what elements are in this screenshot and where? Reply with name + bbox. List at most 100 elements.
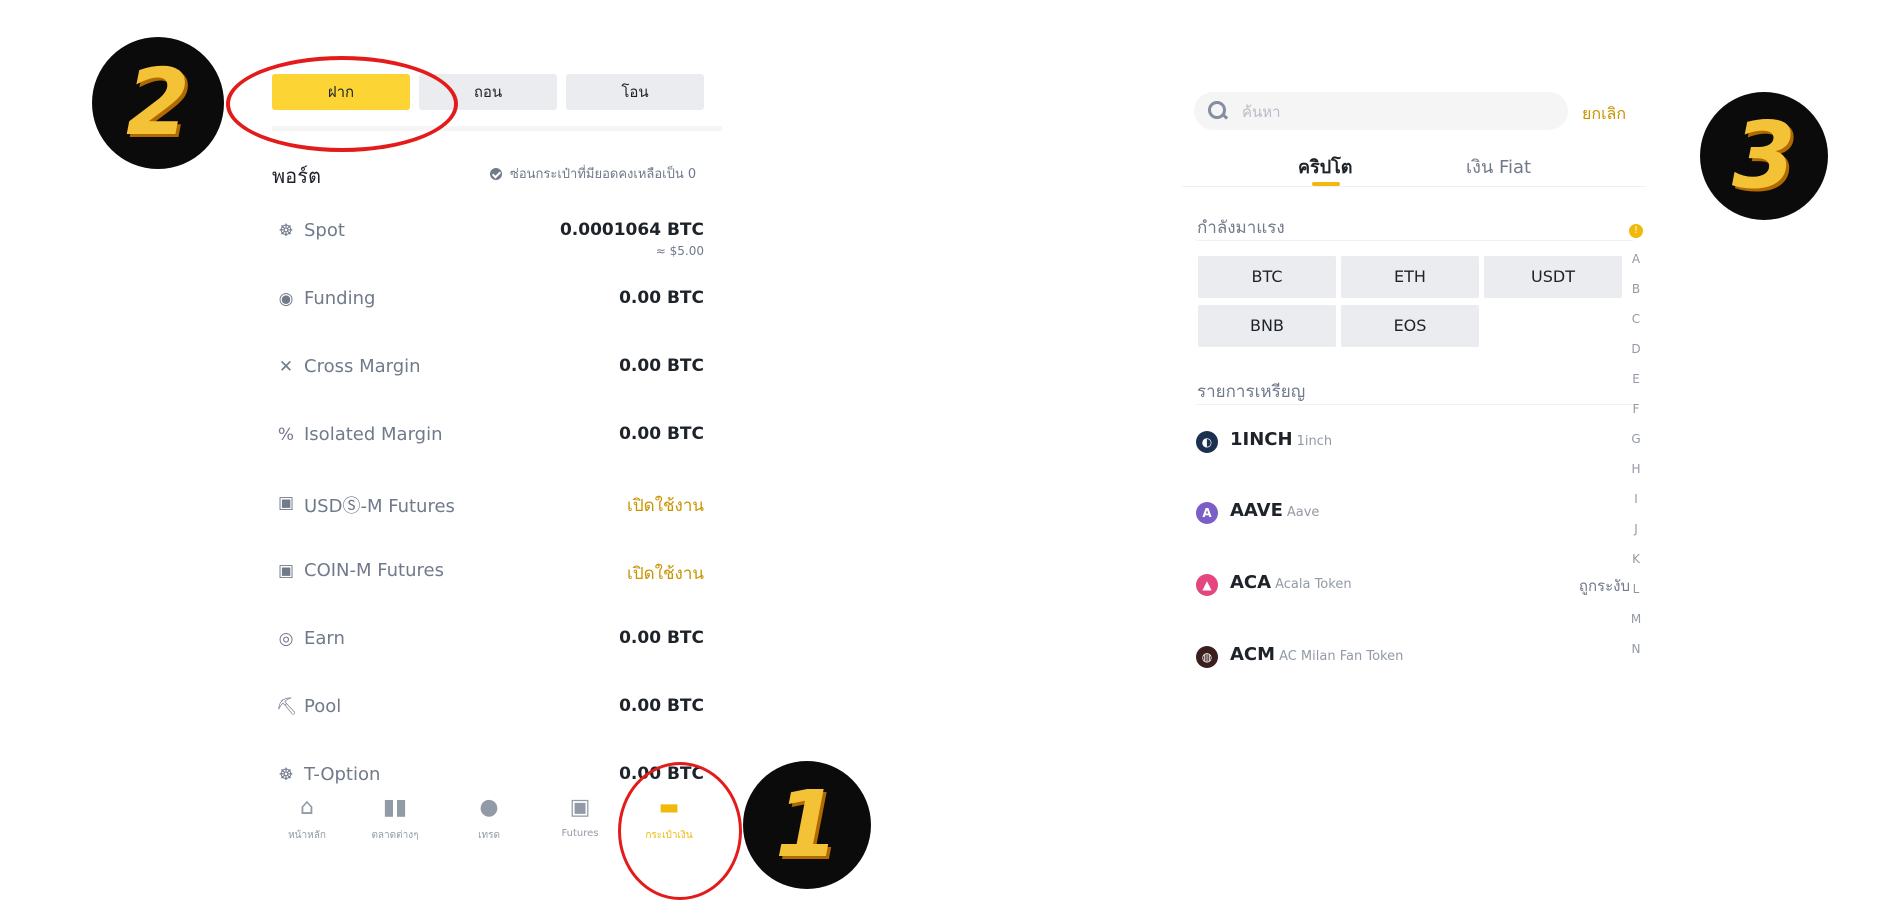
account-row-isolated-margin[interactable]: % Isolated Margin 0.00 BTC xyxy=(272,415,704,455)
account-value: 0.0001064 BTC xyxy=(559,220,704,240)
enable-link[interactable]: เปิดใช้งาน xyxy=(627,560,704,587)
trending-coin-chip[interactable]: BNB xyxy=(1198,305,1336,347)
account-value: 0.00 BTC xyxy=(619,356,704,376)
coin-symbol: 1INCH 1inch xyxy=(1230,429,1333,450)
nav-trade[interactable]: ● เทรด xyxy=(454,796,524,843)
index-letter[interactable]: F xyxy=(1626,394,1646,424)
nav-label: Futures xyxy=(561,828,599,839)
pool-icon: ⛏ xyxy=(276,697,298,717)
highlight-ellipse-wallet xyxy=(618,762,742,900)
account-row-earn[interactable]: ◎ Earn 0.00 BTC xyxy=(272,619,704,659)
account-name: Earn xyxy=(304,628,345,649)
account-name: Spot xyxy=(304,220,345,241)
trade-icon: ● xyxy=(479,795,499,820)
account-name: COIN-M Futures xyxy=(304,560,444,581)
index-letter[interactable]: H xyxy=(1626,454,1646,484)
cross-margin-icon: ✕ xyxy=(278,357,294,377)
account-usd-value: ≈ $5.00 xyxy=(655,244,704,258)
nav-label: หน้าหลัก xyxy=(288,830,326,841)
index-letter[interactable]: K xyxy=(1626,544,1646,574)
cancel-button[interactable]: ยกเลิก xyxy=(1582,102,1626,127)
trending-coin-chip[interactable]: BTC xyxy=(1198,256,1336,298)
account-row-coinm-futures[interactable]: ▣ COIN-M Futures เปิดใช้งาน xyxy=(272,551,704,591)
funding-icon: ◉ xyxy=(278,289,294,309)
account-name: Isolated Margin xyxy=(304,424,443,445)
tabs-divider xyxy=(1182,186,1646,187)
account-name: T-Option xyxy=(304,764,381,785)
t-option-icon: ☸ xyxy=(278,765,294,785)
portfolio-title: พอร์ต xyxy=(272,164,321,188)
tab-crypto[interactable]: คริปโต xyxy=(1298,152,1353,181)
search-input[interactable] xyxy=(1240,100,1544,124)
index-letter[interactable]: E xyxy=(1626,364,1646,394)
account-value: 0.00 BTC xyxy=(619,628,704,648)
coin-row-aave[interactable]: A AAVE Aave xyxy=(1196,498,1636,528)
transfer-tab[interactable]: โอน xyxy=(566,74,704,110)
account-row-cross-margin[interactable]: ✕ Cross Margin 0.00 BTC xyxy=(272,347,704,387)
nav-home[interactable]: ⌂ หน้าหลัก xyxy=(272,796,342,843)
home-icon: ⌂ xyxy=(300,795,314,820)
trending-coin-chip[interactable]: USDT xyxy=(1484,256,1622,298)
coin-row-aca[interactable]: ▲ ACA Acala Token ถูกระงับ xyxy=(1196,570,1636,600)
account-row-usdm-futures[interactable]: ▣ USDⓈ-M Futures เปิดใช้งาน xyxy=(272,483,704,523)
index-letter[interactable]: B xyxy=(1626,274,1646,304)
coinm-futures-icon: ▣ xyxy=(277,561,295,581)
account-row-funding[interactable]: ◉ Funding 0.00 BTC xyxy=(272,279,704,319)
coin-full-name: Aave xyxy=(1286,505,1320,520)
account-row-spot[interactable]: ☸ Spot 0.0001064 BTC ≈ $5.00 xyxy=(272,211,704,258)
step-1-badge: 1 xyxy=(743,761,871,889)
index-letter[interactable]: L xyxy=(1626,574,1646,604)
step-3-badge: 3 xyxy=(1700,92,1828,220)
coin-symbol: ACM AC Milan Fan Token xyxy=(1230,644,1404,665)
trending-coin-chip[interactable]: EOS xyxy=(1341,305,1479,347)
account-name: Funding xyxy=(304,288,376,309)
nav-futures[interactable]: ▣ Futures xyxy=(545,795,615,840)
index-letter[interactable]: A xyxy=(1626,244,1646,274)
section-divider xyxy=(1197,240,1633,241)
account-name: USDⓈ-M Futures xyxy=(304,496,455,517)
index-letter[interactable]: N xyxy=(1626,634,1646,664)
coin-row-acm[interactable]: ◍ ACM AC Milan Fan Token xyxy=(1196,642,1636,672)
step-2-badge: 2 xyxy=(92,37,224,169)
index-letter[interactable]: G xyxy=(1626,424,1646,454)
trending-coin-chip[interactable]: ETH xyxy=(1341,256,1479,298)
coin-full-name: Acala Token xyxy=(1275,577,1352,592)
check-circle-icon xyxy=(490,167,502,180)
alphabet-index-bar[interactable]: ! A B C D E F G H I J K L M N xyxy=(1626,224,1646,664)
nav-markets[interactable]: ▮▮ ตลาดต่างๆ xyxy=(360,796,430,843)
account-value: 0.00 BTC xyxy=(619,696,704,716)
usdm-futures-icon: ▣ xyxy=(277,493,295,513)
1inch-logo-icon: ◐ xyxy=(1196,431,1218,453)
account-name: Cross Margin xyxy=(304,356,421,377)
coin-row-1inch[interactable]: ◐ 1INCH 1inch xyxy=(1196,427,1636,457)
index-letter[interactable]: J xyxy=(1626,514,1646,544)
markets-icon: ▮▮ xyxy=(382,795,408,820)
index-letter[interactable]: M xyxy=(1626,604,1646,634)
index-letter[interactable]: I xyxy=(1626,484,1646,514)
search-bar[interactable] xyxy=(1194,92,1568,130)
futures-icon: ▣ xyxy=(569,795,591,820)
coin-list-title: รายการเหรียญ xyxy=(1197,382,1306,402)
tab-fiat[interactable]: เงิน Fiat xyxy=(1466,152,1531,181)
nav-label: เทรด xyxy=(478,830,500,841)
hot-index-icon[interactable]: ! xyxy=(1629,224,1643,238)
acm-logo-icon: ◍ xyxy=(1196,646,1218,668)
aave-logo-icon: A xyxy=(1196,502,1218,524)
enable-link[interactable]: เปิดใช้งาน xyxy=(627,492,704,519)
hide-zero-balance-toggle[interactable]: ซ่อนกระเป๋าที่มียอดคงเหลือเป็น 0 xyxy=(490,163,696,184)
index-letter[interactable]: D xyxy=(1626,334,1646,364)
coin-symbol: AAVE Aave xyxy=(1230,500,1320,521)
nav-label: ตลาดต่างๆ xyxy=(371,830,419,841)
spot-icon: ☸ xyxy=(278,221,294,241)
account-value: 0.00 BTC xyxy=(619,424,704,444)
index-letter[interactable]: C xyxy=(1626,304,1646,334)
account-value: 0.00 BTC xyxy=(619,288,704,308)
account-row-pool[interactable]: ⛏ Pool 0.00 BTC xyxy=(272,687,704,727)
search-icon xyxy=(1208,101,1226,119)
highlight-ellipse-deposit xyxy=(226,56,458,152)
aca-logo-icon: ▲ xyxy=(1196,574,1218,596)
coin-symbol: ACA Acala Token xyxy=(1230,572,1352,593)
trending-title: กำลังมาแรง xyxy=(1197,218,1285,238)
coin-full-name: 1inch xyxy=(1296,434,1333,449)
section-divider xyxy=(1197,404,1633,405)
